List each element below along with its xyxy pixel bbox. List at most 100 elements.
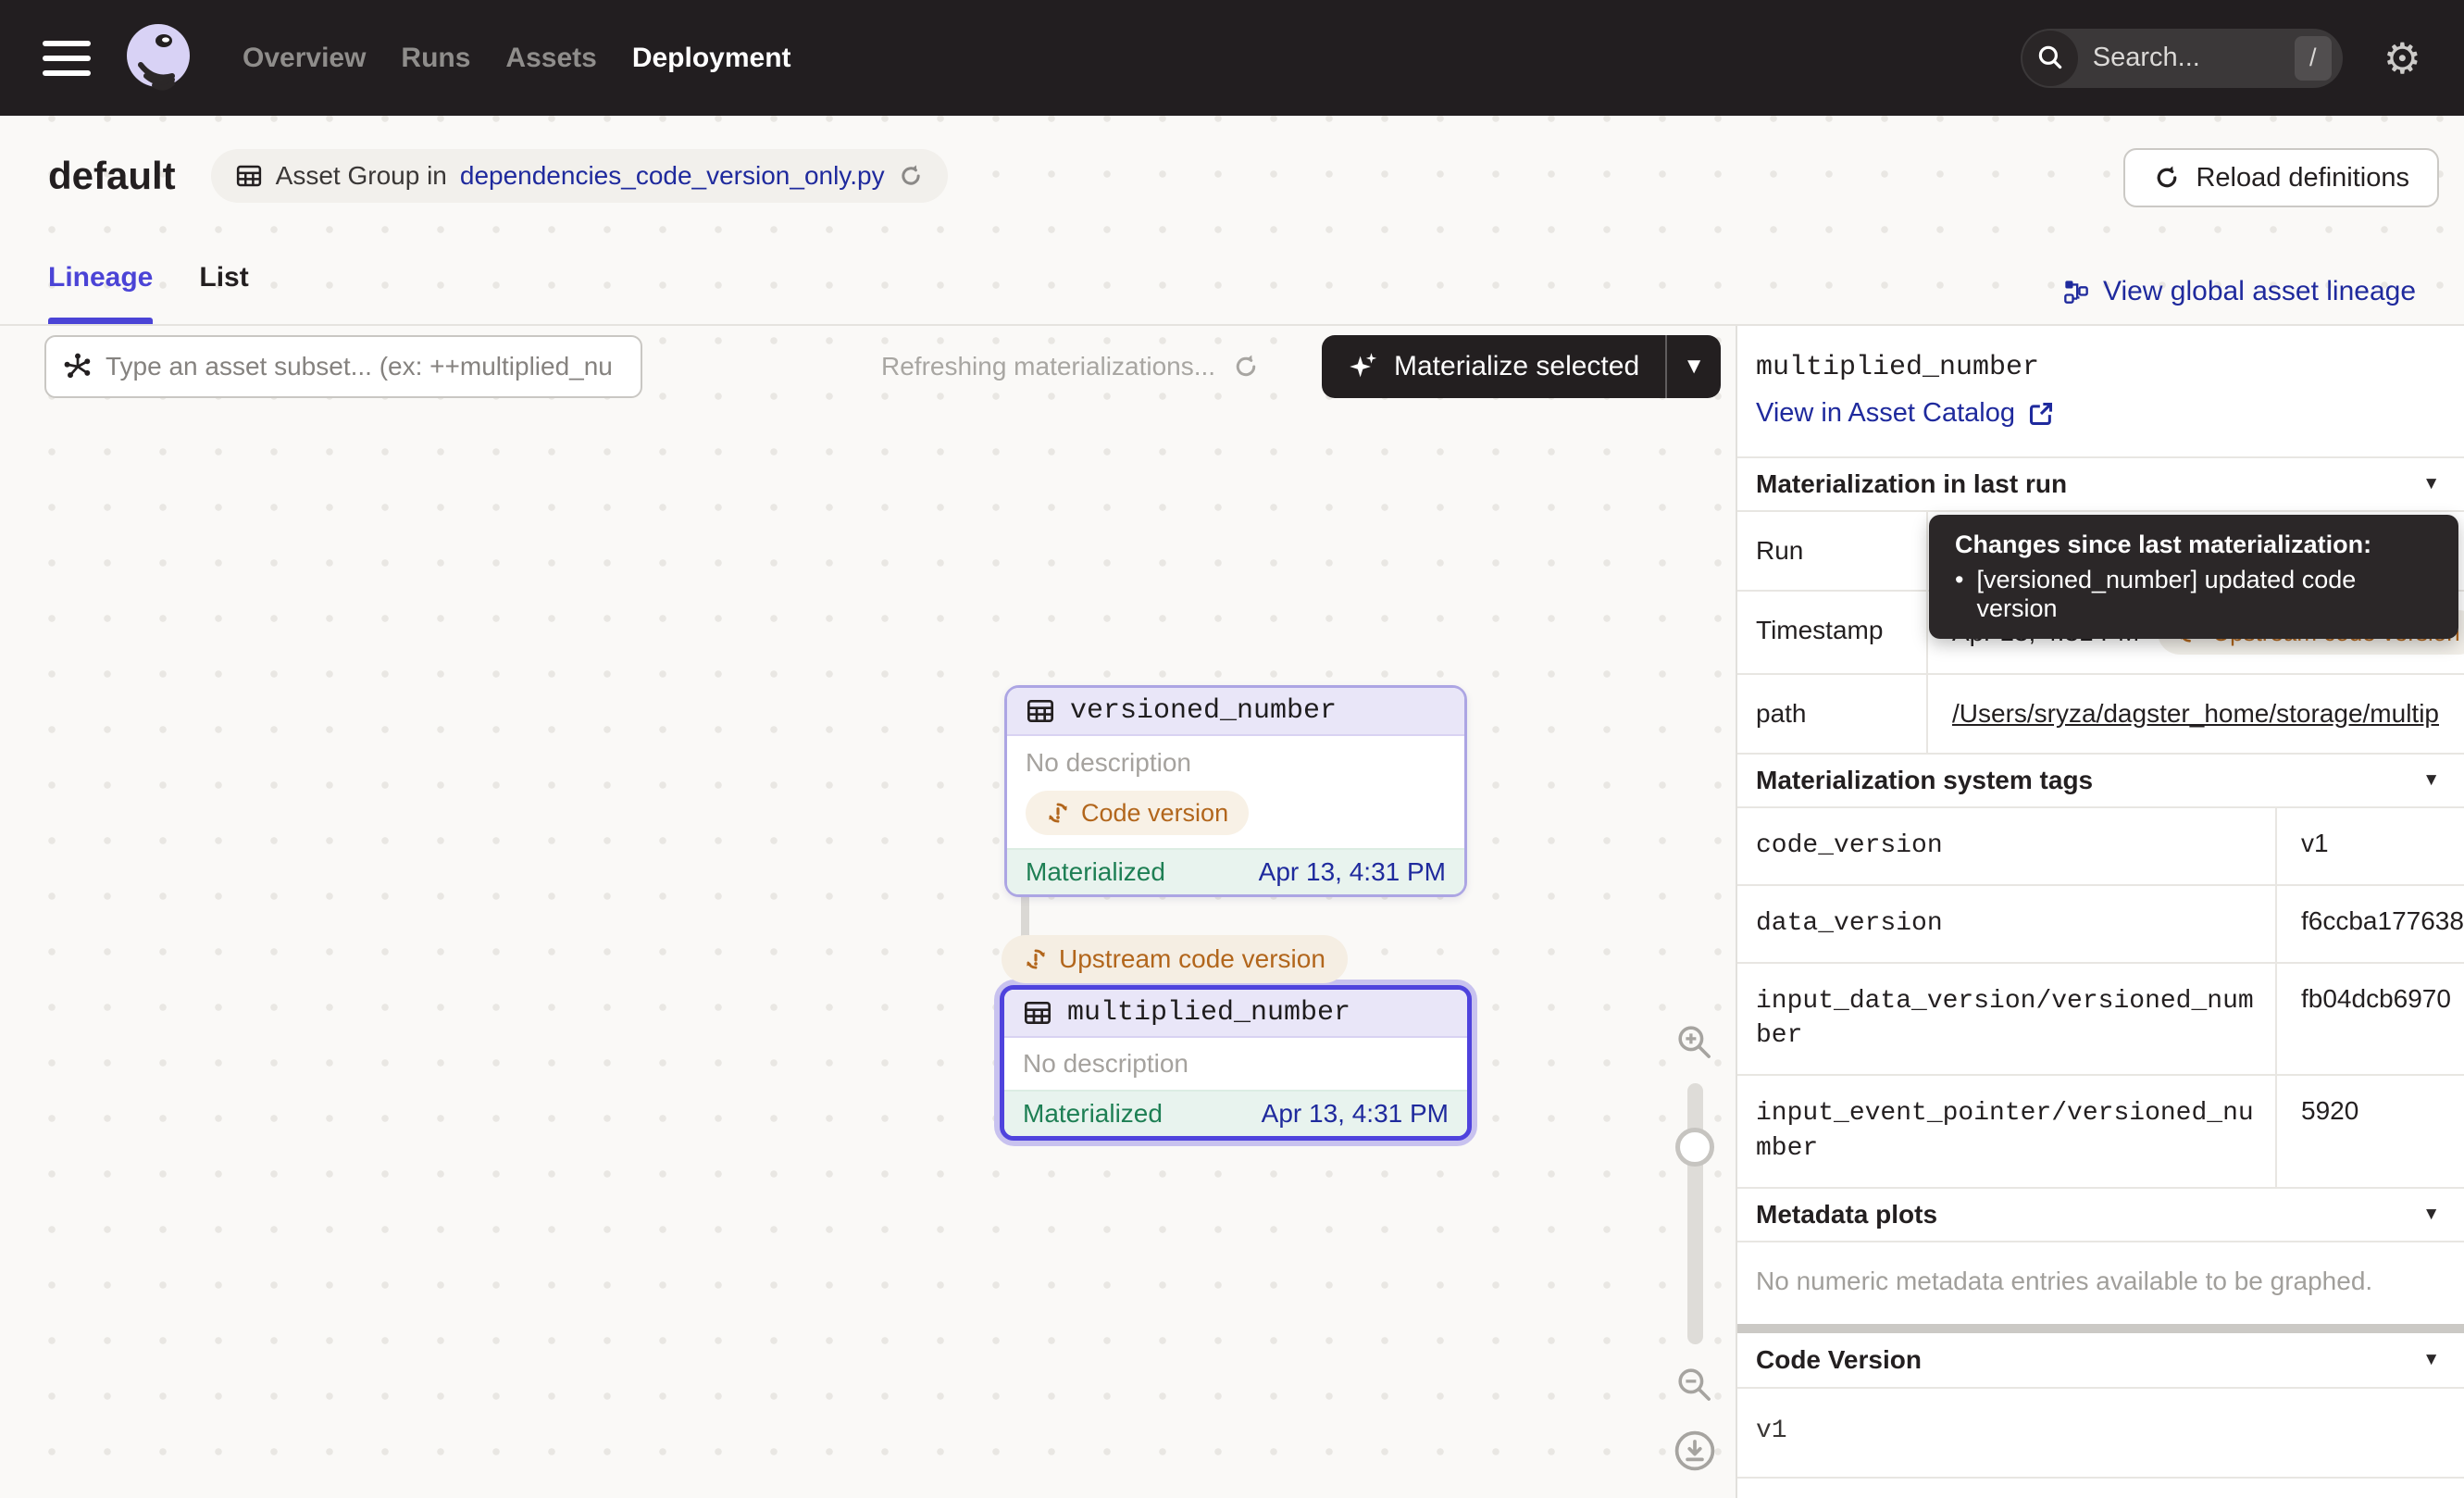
tabs-row: Lineage List View global asset lineage	[0, 236, 2464, 324]
table-icon	[1026, 696, 1055, 726]
panel-resize-handle[interactable]	[1737, 1324, 2464, 1333]
asset-subset-input[interactable]	[106, 352, 624, 381]
asset-node-versioned-number[interactable]: versioned_number No description C	[1004, 685, 1467, 897]
dagster-logo[interactable]	[122, 22, 194, 94]
tag-value: fb04dcb6970	[2277, 964, 2464, 1075]
global-search[interactable]: /	[2021, 29, 2343, 88]
refresh-icon[interactable]	[1232, 353, 1260, 381]
timestamp-label: Timestamp	[1737, 592, 1928, 673]
definitions-file-link[interactable]: dependencies_code_version_only.py	[460, 161, 885, 191]
node-footer: Materialized Apr 13, 4:31 PM	[1007, 848, 1464, 894]
op-selector-icon	[63, 352, 93, 381]
collapse-caret-icon[interactable]: ▼	[2422, 1350, 2440, 1370]
sparkle-icon	[1348, 351, 1379, 382]
upstream-code-version-tag: Upstream code version	[1002, 935, 1348, 983]
node-body: No description Code version	[1007, 736, 1464, 848]
reload-icon[interactable]	[898, 163, 924, 189]
materialized-status: Materialized	[1026, 857, 1165, 887]
content: Refreshing materializations... Materiali…	[0, 324, 2464, 1498]
asset-subset-filter[interactable]	[44, 335, 642, 398]
search-icon	[2022, 31, 2078, 86]
panel-asset-title: multiplied_number	[1737, 326, 2464, 383]
reload-definitions-button[interactable]: Reload definitions	[2123, 148, 2439, 207]
code-version-tag: Code version	[1026, 791, 1249, 835]
section-config[interactable]: Config	[1737, 1477, 2464, 1498]
global-lineage-label: View global asset lineage	[2103, 276, 2416, 307]
section-label: Materialization in last run	[1756, 469, 2067, 499]
global-lineage-icon	[2063, 279, 2089, 305]
zoom-out-icon[interactable]	[1674, 1365, 1715, 1405]
asset-node-multiplied-number[interactable]: multiplied_number No description Materia…	[994, 980, 1477, 1146]
metadata-plots-empty-state: No numeric metadata entries available to…	[1737, 1241, 2464, 1324]
collapse-caret-icon[interactable]: ▼	[2422, 474, 2440, 494]
top-nav: Overview Runs Assets Deployment / ⚙	[0, 0, 2464, 116]
asset-detail-panel: multiplied_number View in Asset Catalog …	[1736, 326, 2464, 1498]
tag-key: data_version	[1737, 886, 2277, 962]
system-tag-row: data_version f6ccba177638	[1737, 884, 2464, 962]
view-global-asset-lineage-link[interactable]: View global asset lineage	[2063, 236, 2416, 324]
dagster-app: Overview Runs Assets Deployment / ⚙ defa…	[0, 0, 2464, 1498]
badge-prefix: Asset Group in	[276, 161, 447, 191]
asset-graph[interactable]: Refreshing materializations... Materiali…	[0, 326, 1736, 1498]
section-materialization-system-tags[interactable]: Materialization system tags ▼	[1737, 753, 2464, 806]
section-code-version[interactable]: Code Version ▼	[1737, 1333, 2464, 1387]
bullet-icon: •	[1955, 566, 1963, 623]
nav-right: / ⚙	[2021, 29, 2421, 88]
system-tag-row: code_version v1	[1737, 806, 2464, 884]
materialize-dropdown-caret[interactable]: ▼	[1667, 335, 1721, 398]
materialized-time[interactable]: Apr 13, 4:31 PM	[1262, 1099, 1449, 1129]
tab-list[interactable]: List	[199, 236, 248, 324]
tag-key: code_version	[1737, 808, 2277, 884]
search-shortcut-badge: /	[2295, 36, 2332, 81]
view-in-asset-catalog-link[interactable]: View in Asset Catalog	[1756, 398, 2445, 429]
run-label: Run	[1737, 512, 1928, 590]
upstream-code-version-label: Upstream code version	[1059, 944, 1325, 974]
section-metadata-plots[interactable]: Metadata plots ▼	[1737, 1187, 2464, 1241]
node-footer: Materialized Apr 13, 4:31 PM	[1004, 1090, 1467, 1136]
materialize-selected-button[interactable]: Materialize selected ▼	[1322, 335, 1721, 398]
system-tag-row: input_data_version/versioned_number fb04…	[1737, 962, 2464, 1075]
changes-tooltip: Changes since last materialization: • [v…	[1929, 515, 2458, 639]
code-version-value: v1	[1737, 1387, 2464, 1477]
nav-item-runs[interactable]: Runs	[399, 35, 472, 81]
path-link[interactable]: /Users/sryza/dagster_home/storage/multip	[1952, 699, 2439, 728]
materialize-label: Materialize selected	[1394, 351, 1639, 382]
external-link-icon	[2028, 401, 2054, 427]
tab-lineage[interactable]: Lineage	[48, 236, 153, 324]
tag-value: f6ccba177638	[2277, 886, 2464, 962]
tag-key: input_event_pointer/versioned_number	[1737, 1076, 2277, 1187]
nav-item-overview[interactable]: Overview	[241, 35, 367, 81]
download-image-icon[interactable]	[1674, 1429, 1716, 1472]
tag-value: 5920	[2277, 1076, 2464, 1187]
tooltip-title: Changes since last materialization:	[1955, 531, 2433, 559]
asset-group-badge: Asset Group in dependencies_code_version…	[211, 149, 948, 203]
nav-item-deployment[interactable]: Deployment	[630, 35, 793, 81]
page-header: default Asset Group in dependencies_code…	[0, 116, 2464, 236]
section-materialization-last-run[interactable]: Materialization in last run ▼	[1737, 456, 2464, 510]
tag-key: input_data_version/versioned_number	[1737, 964, 2277, 1075]
collapse-caret-icon[interactable]: ▼	[2422, 1205, 2440, 1225]
tag-value: v1	[2277, 808, 2464, 884]
settings-gear-icon[interactable]: ⚙	[2383, 37, 2421, 80]
materialized-time[interactable]: Apr 13, 4:31 PM	[1259, 857, 1446, 887]
materialize-main[interactable]: Materialize selected	[1322, 335, 1665, 398]
system-tag-row: input_event_pointer/versioned_number 592…	[1737, 1074, 2464, 1187]
zoom-slider[interactable]	[1687, 1083, 1703, 1344]
zoom-controls	[1674, 1022, 1715, 1472]
path-label: path	[1737, 675, 1928, 753]
menu-icon[interactable]	[43, 41, 91, 76]
tooltip-item: [versioned_number] updated code version	[1976, 566, 2433, 623]
path-row: path /Users/sryza/dagster_home/storage/m…	[1737, 673, 2464, 753]
collapse-caret-icon[interactable]: ▼	[2422, 770, 2440, 791]
zoom-slider-handle[interactable]	[1675, 1128, 1714, 1167]
nav-item-assets[interactable]: Assets	[504, 35, 598, 81]
search-input[interactable]	[2078, 43, 2295, 73]
node-header: versioned_number	[1007, 688, 1464, 736]
refreshing-label: Refreshing materializations...	[881, 352, 1215, 381]
refreshing-status: Refreshing materializations...	[881, 335, 1260, 398]
code-version-tag-label: Code version	[1081, 799, 1228, 828]
table-icon	[235, 162, 263, 190]
nav-links: Overview Runs Assets Deployment	[241, 35, 793, 81]
zoom-in-icon[interactable]	[1674, 1022, 1715, 1063]
section-label: Materialization system tags	[1756, 766, 2093, 795]
